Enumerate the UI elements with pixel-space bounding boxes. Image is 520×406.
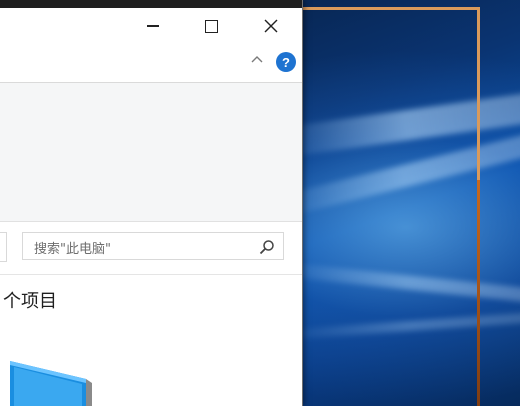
window-outline-frame — [296, 7, 480, 406]
file-list-area: 个项目 — [0, 275, 302, 406]
ribbon-tab-bar: ? — [0, 44, 302, 83]
close-icon — [264, 19, 278, 33]
chevron-up-icon[interactable] — [251, 54, 263, 66]
window-top-strip — [0, 0, 302, 8]
help-icon: ? — [282, 54, 290, 70]
minimize-icon — [147, 25, 159, 27]
ribbon-panel — [0, 83, 302, 222]
search-placeholder: 搜索"此电脑" — [34, 242, 111, 257]
minimize-button[interactable] — [130, 8, 176, 44]
search-input[interactable]: 搜索"此电脑" — [22, 232, 284, 260]
maximize-icon — [204, 19, 218, 33]
address-bar-edge[interactable] — [0, 232, 7, 262]
search-icon[interactable] — [259, 239, 275, 255]
title-bar — [0, 8, 302, 44]
close-button[interactable] — [248, 8, 294, 44]
monitor-icon[interactable] — [0, 357, 100, 406]
address-bar-row: 搜索"此电脑" — [0, 222, 302, 275]
help-button[interactable]: ? — [276, 52, 296, 72]
maximize-button[interactable] — [188, 8, 234, 44]
item-count-label: 个项目 — [3, 291, 57, 312]
file-explorer-window: ? 搜索"此电脑" 个项目 — [0, 0, 303, 406]
